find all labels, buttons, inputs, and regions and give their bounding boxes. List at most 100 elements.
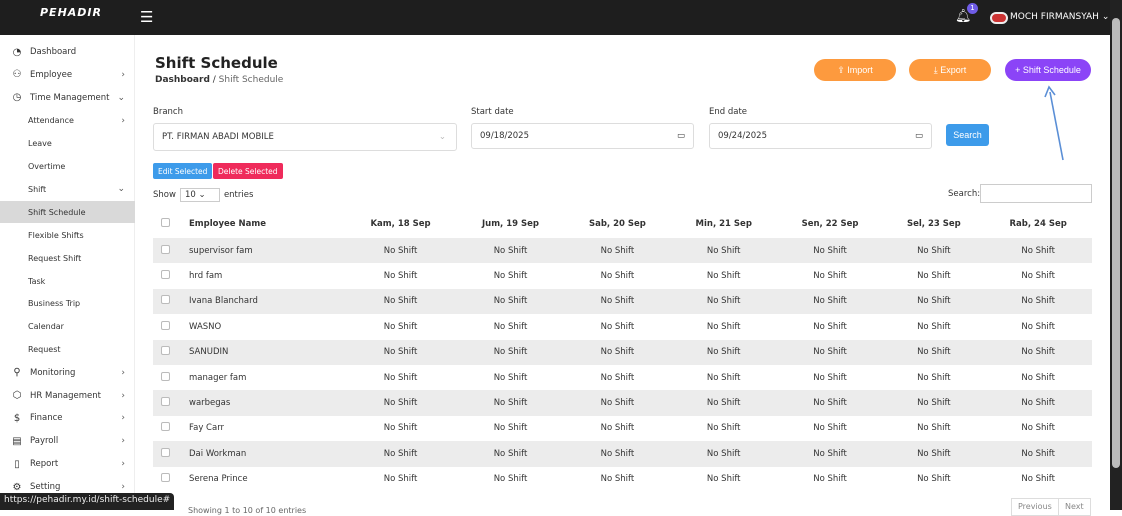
shift-cell[interactable]: No Shift (456, 339, 565, 365)
table-search-input[interactable] (980, 184, 1092, 203)
sidebar-item-leave[interactable]: Leave (0, 133, 135, 155)
shift-cell[interactable]: No Shift (984, 314, 1092, 339)
shift-cell[interactable]: No Shift (671, 416, 777, 441)
sidebar-item-payroll[interactable]: ▤ Payroll › (0, 430, 135, 452)
shift-cell[interactable]: No Shift (564, 339, 671, 365)
shift-cell[interactable]: No Shift (456, 441, 565, 467)
column-header[interactable]: Jum, 19 Sep (457, 210, 564, 238)
shift-cell[interactable]: No Shift (984, 390, 1092, 416)
row-checkbox[interactable] (153, 441, 177, 467)
shift-cell[interactable]: No Shift (344, 467, 457, 492)
sidebar-item-report[interactable]: ▯ Report › (0, 453, 135, 475)
row-checkbox[interactable] (153, 416, 177, 441)
column-header[interactable]: Sel, 23 Sep (883, 210, 984, 238)
shift-cell[interactable]: No Shift (776, 288, 884, 315)
user-menu[interactable]: MOCH FIRMANSYAH ⌄ (1010, 12, 1109, 22)
shift-cell[interactable]: No Shift (776, 390, 884, 416)
menu-toggle-icon[interactable]: ☰ (140, 8, 153, 26)
end-date-input[interactable]: 09/24/2025 ▭ (709, 123, 932, 149)
row-checkbox[interactable] (153, 314, 177, 339)
edit-selected-button[interactable]: Edit Selected (153, 163, 213, 179)
shift-cell[interactable]: No Shift (776, 238, 884, 264)
column-header[interactable]: Rab, 24 Sep (984, 210, 1092, 238)
shift-cell[interactable]: No Shift (564, 238, 671, 264)
shift-cell[interactable]: No Shift (456, 288, 565, 315)
shift-cell[interactable]: No Shift (564, 467, 671, 492)
sidebar-item-task[interactable]: Task (0, 270, 135, 292)
shift-cell[interactable]: No Shift (564, 288, 671, 315)
shift-cell[interactable]: No Shift (671, 365, 777, 390)
sidebar-item-shift-schedule[interactable]: Shift Schedule (0, 201, 135, 224)
shift-cell[interactable]: No Shift (670, 339, 777, 365)
import-button[interactable]: ⇪ Import (814, 59, 896, 81)
export-button[interactable]: ⤓ Export (909, 59, 991, 81)
sidebar-item-business-trip[interactable]: Business Trip (0, 293, 135, 315)
shift-cell[interactable]: No Shift (670, 390, 777, 416)
start-date-input[interactable]: 09/18/2025 ▭ (471, 123, 694, 149)
avatar[interactable] (990, 12, 1008, 24)
shift-cell[interactable]: No Shift (883, 339, 985, 365)
shift-cell[interactable]: No Shift (564, 263, 671, 288)
shift-cell[interactable]: No Shift (670, 288, 777, 315)
column-header[interactable]: Sen, 22 Sep (777, 210, 884, 238)
sidebar-item-time-management[interactable]: ◷ Time Management ⌄ (0, 87, 135, 109)
shift-cell[interactable]: No Shift (984, 467, 1092, 492)
shift-cell[interactable]: No Shift (456, 238, 565, 264)
sidebar-item-flexible-shifts[interactable]: Flexible Shifts (0, 224, 135, 246)
row-checkbox[interactable] (153, 238, 177, 264)
sidebar-item-attendance[interactable]: Attendance › (0, 110, 135, 132)
add-shift-schedule-button[interactable]: + Shift Schedule (1005, 59, 1091, 81)
shift-cell[interactable]: No Shift (457, 263, 564, 288)
row-checkbox[interactable] (153, 365, 177, 390)
shift-cell[interactable]: No Shift (344, 314, 457, 339)
breadcrumb-home[interactable]: Dashboard (155, 75, 210, 85)
next-button[interactable]: Next (1058, 498, 1091, 516)
shift-cell[interactable]: No Shift (456, 390, 565, 416)
sidebar-item-overtime[interactable]: Overtime (0, 156, 135, 178)
shift-cell[interactable]: No Shift (344, 339, 457, 365)
shift-cell[interactable]: No Shift (776, 441, 884, 467)
shift-cell[interactable]: No Shift (564, 365, 671, 390)
delete-selected-button[interactable]: Delete Selected (213, 163, 283, 179)
shift-cell[interactable]: No Shift (984, 441, 1092, 467)
logo[interactable]: PEHADIR (40, 6, 102, 19)
shift-cell[interactable]: No Shift (984, 263, 1092, 288)
shift-cell[interactable]: No Shift (777, 467, 884, 492)
column-header[interactable]: Min, 21 Sep (671, 210, 777, 238)
column-header[interactable]: Kam, 18 Sep (344, 210, 457, 238)
shift-cell[interactable]: No Shift (777, 314, 884, 339)
shift-cell[interactable]: No Shift (777, 263, 884, 288)
shift-cell[interactable]: No Shift (457, 314, 564, 339)
shift-cell[interactable]: No Shift (564, 441, 671, 467)
shift-cell[interactable]: No Shift (671, 314, 777, 339)
sidebar-item-employee[interactable]: ⚇ Employee › (0, 64, 135, 86)
shift-cell[interactable]: No Shift (564, 314, 671, 339)
shift-cell[interactable]: No Shift (984, 288, 1092, 315)
shift-cell[interactable]: No Shift (984, 416, 1092, 441)
select-all-checkbox[interactable] (153, 210, 177, 238)
shift-cell[interactable]: No Shift (883, 365, 984, 390)
scrollbar-thumb[interactable] (1112, 18, 1120, 468)
shift-cell[interactable]: No Shift (671, 263, 777, 288)
shift-cell[interactable]: No Shift (457, 416, 564, 441)
shift-cell[interactable]: No Shift (777, 416, 884, 441)
sidebar-item-shift[interactable]: Shift ⌄ (0, 178, 135, 200)
shift-cell[interactable]: No Shift (883, 416, 984, 441)
shift-cell[interactable]: No Shift (344, 390, 457, 416)
branch-select[interactable]: PT. FIRMAN ABADI MOBILE ⌄ (153, 123, 457, 151)
shift-cell[interactable]: No Shift (344, 441, 457, 467)
shift-cell[interactable]: No Shift (344, 263, 457, 288)
row-checkbox[interactable] (153, 263, 177, 288)
shift-cell[interactable]: No Shift (883, 441, 985, 467)
sidebar-item-request-shift[interactable]: Request Shift (0, 247, 135, 269)
shift-cell[interactable]: No Shift (670, 441, 777, 467)
row-checkbox[interactable] (153, 467, 177, 492)
sidebar-item-request[interactable]: Request (0, 339, 135, 361)
shift-cell[interactable]: No Shift (984, 238, 1092, 264)
shift-cell[interactable]: No Shift (883, 314, 984, 339)
entries-select[interactable]: 10 ⌄ (179, 188, 220, 202)
shift-cell[interactable]: No Shift (564, 390, 671, 416)
shift-cell[interactable]: No Shift (984, 365, 1092, 390)
sidebar-item-dashboard[interactable]: ◔ Dashboard (0, 41, 135, 63)
shift-cell[interactable]: No Shift (883, 467, 984, 492)
